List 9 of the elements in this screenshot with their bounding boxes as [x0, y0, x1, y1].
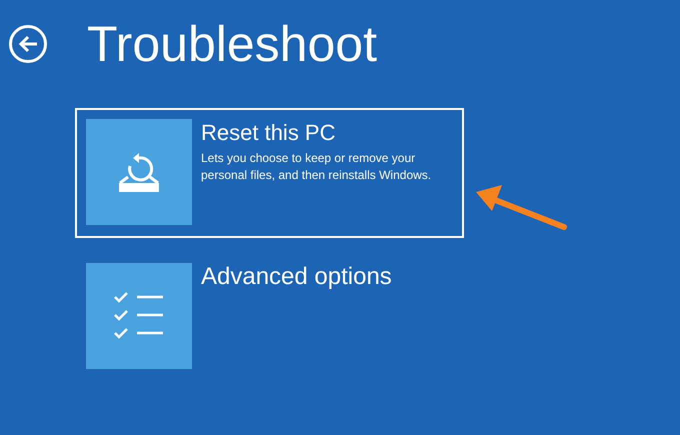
option-title: Reset this PC: [201, 119, 336, 147]
back-button[interactable]: [9, 25, 47, 63]
page-title: Troubleshoot: [87, 15, 377, 74]
option-tile[interactable]: Reset this PC Lets you choose to keep or remove your personal files, and then reinstalls Windows.: [75, 108, 464, 238]
option-tile[interactable]: Advanced options: [75, 252, 464, 382]
back-arrow-icon: [18, 35, 38, 53]
option-title: Advanced options: [201, 263, 392, 291]
checklist-icon: [113, 291, 165, 341]
option-description: Lets you choose to keep or remove your personal files, and then reinstalls Windows.: [201, 150, 432, 184]
